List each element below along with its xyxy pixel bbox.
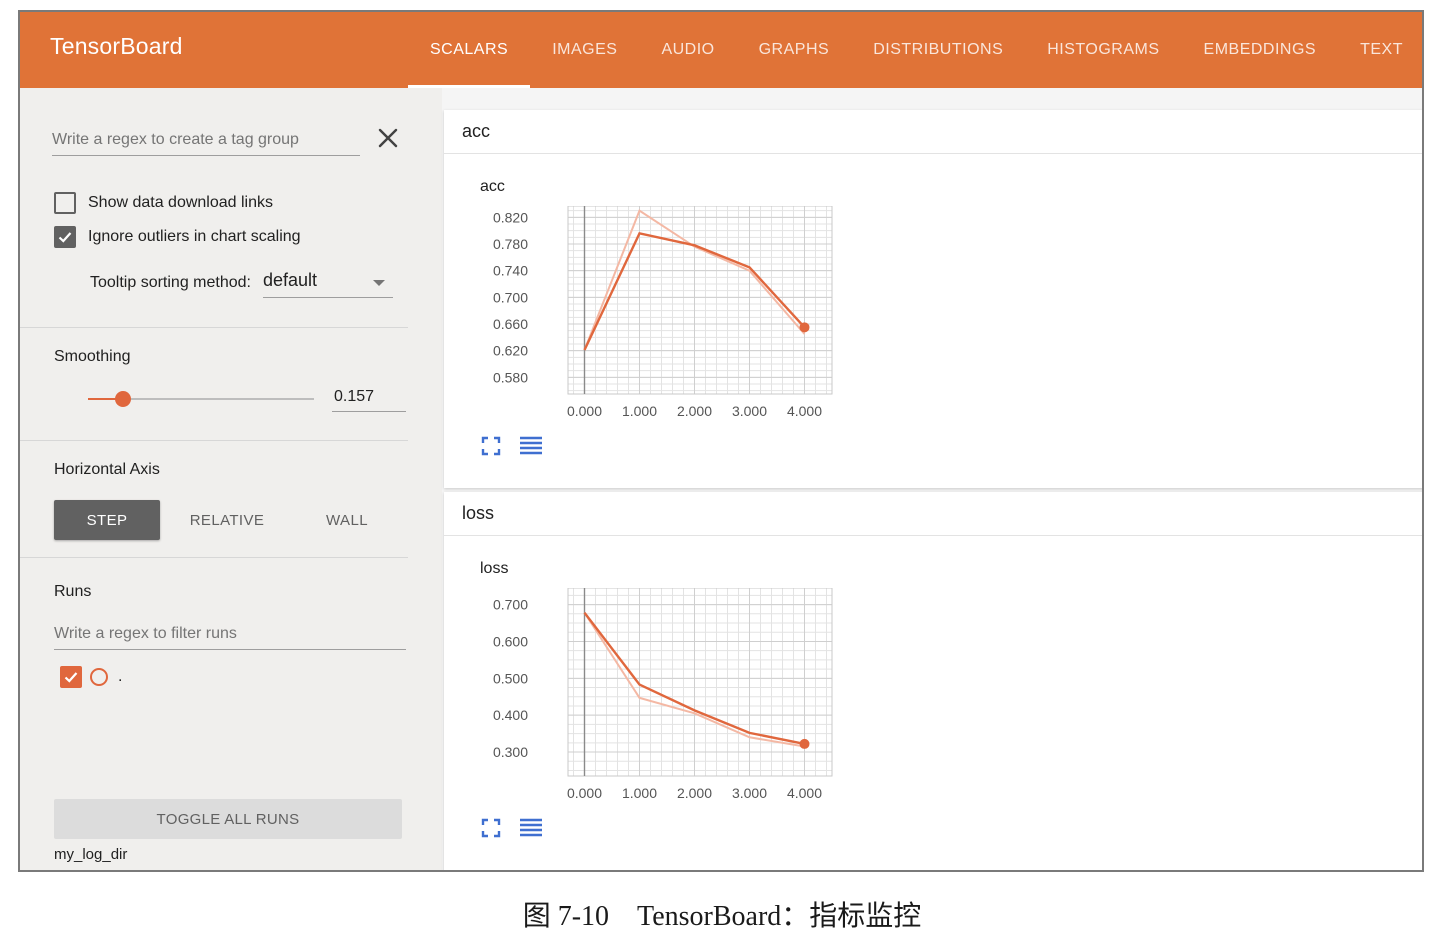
chart-title-acc: acc [480,178,505,195]
y-tick-label: 0.500 [493,670,528,686]
ignore-outliers-checkbox[interactable] [54,226,76,248]
runs-filter-field [54,618,406,650]
expand-icon[interactable] [478,433,504,459]
x-tick-label: 3.000 [732,403,767,419]
haxis-step-button[interactable]: STEP [54,500,160,540]
y-tick-label: 0.400 [493,707,528,723]
y-tick-label: 0.700 [493,289,528,305]
runs-title: Runs [54,583,92,600]
smoothing-slider-thumb[interactable] [115,391,132,407]
chart-tools-acc [478,433,558,459]
chart-tools-loss [478,815,558,841]
tooltip-sorting-select[interactable]: default [262,268,393,298]
show-download-links-row[interactable]: Show data download links [54,192,273,214]
series-end-point [799,738,810,749]
card-header-loss[interactable]: loss [444,492,1422,536]
tag-group-regex-field [52,124,360,156]
y-tick-label: 0.660 [493,316,528,332]
smoothing-value-input[interactable]: 0.157 [332,384,406,412]
chart-loss: 0.300 0.400 0.500 0.600 0.700 0.000 1.000 2.000… [493,588,833,801]
ignore-outliers-label: Ignore outliers in chart scaling [88,228,301,245]
x-tick-label: 3.000 [732,785,767,801]
ignore-outliers-row[interactable]: Ignore outliers in chart scaling [54,226,301,248]
y-tick-label: 0.740 [493,263,528,279]
sidebar-divider [20,440,408,441]
run-color-radio[interactable] [90,668,108,686]
toggle-all-runs-button[interactable]: TOGGLE ALL RUNS [54,799,402,839]
y-tick-label: 0.780 [493,236,528,252]
tooltip-sorting-row: Tooltip sorting method: default [90,268,393,298]
run-item: . [60,666,122,688]
x-tick-label: 0.000 [567,785,602,801]
tab-distributions[interactable]: DISTRIBUTIONS [851,12,1025,88]
expand-icon[interactable] [478,815,504,841]
show-download-links-label: Show data download links [88,194,274,211]
top-app-bar: TensorBoard SCALARS IMAGES AUDIO GRAPHS … [20,12,1422,88]
checkmark-icon [58,232,72,243]
horizontal-axis-title: Horizontal Axis [54,461,160,478]
sidebar: Show data download links Ignore outliers… [20,88,442,870]
x-tick-label: 4.000 [787,403,822,419]
tooltip-sorting-value: default [262,270,318,290]
tab-graphs[interactable]: GRAPHS [737,12,852,88]
x-tick-label: 2.000 [677,403,712,419]
sidebar-divider [20,327,408,328]
haxis-relative-button[interactable]: RELATIVE [172,500,282,540]
x-tick-label: 2.000 [677,785,712,801]
y-tick-label: 0.600 [493,633,528,649]
runs-filter-input[interactable] [54,624,406,643]
dropdown-arrow-icon [372,280,385,286]
smoothing-slider[interactable] [88,391,314,407]
main-tabs: SCALARS IMAGES AUDIO GRAPHS DISTRIBUTION… [408,12,1422,88]
x-tick-label: 1.000 [622,403,657,419]
show-download-links-checkbox[interactable] [54,192,76,214]
checkmark-icon [64,672,78,683]
y-tick-label: 0.300 [493,744,528,760]
y-tick-label: 0.700 [493,597,528,613]
y-tick-label: 0.620 [493,343,528,359]
plot-frame [567,588,833,777]
tab-text[interactable]: TEXT [1338,12,1422,88]
data-table-icon[interactable] [518,433,544,459]
app-title: TensorBoard [50,33,183,59]
tab-histograms[interactable]: HISTOGRAMS [1025,12,1181,88]
run-name: . [118,668,123,685]
card-header-acc[interactable]: acc [444,110,1422,154]
tensorboard-window: TensorBoard SCALARS IMAGES AUDIO GRAPHS … [18,10,1424,872]
tooltip-sorting-label: Tooltip sorting method: [90,274,251,291]
tab-images[interactable]: IMAGES [530,12,639,88]
y-tick-label: 0.820 [493,209,528,225]
x-tick-label: 1.000 [622,785,657,801]
scalars-main-panel: acc acc 0.580 0.620 0.660 0.700 0.740 0.780 0.… [444,88,1422,870]
y-tick-label: 0.580 [493,369,528,385]
x-tick-label: 0.000 [567,403,602,419]
x-tick-label: 4.000 [787,785,822,801]
chart-acc: 0.580 0.620 0.660 0.700 0.740 0.780 0.820 0.000… [493,206,833,419]
series-end-point [799,322,810,333]
tab-embeddings[interactable]: EMBEDDINGS [1182,12,1339,88]
tab-audio[interactable]: AUDIO [639,12,736,88]
run-checkbox[interactable] [60,666,82,688]
card-loss: loss loss 0.300 0.400 0.500 0.600 0.700 0.000… [444,492,1422,870]
tag-group-regex-input[interactable] [52,130,360,149]
chart-title-loss: loss [480,560,509,577]
smoothing-title: Smoothing [54,348,131,365]
haxis-wall-button[interactable]: WALL [292,500,402,540]
sidebar-divider [20,557,408,558]
log-dir-label: my_log_dir [54,846,128,863]
tab-scalars[interactable]: SCALARS [408,12,531,88]
close-icon[interactable] [376,126,400,150]
figure-caption: 图 7-10 TensorBoard：指标监控 [522,901,922,932]
data-table-icon[interactable] [518,815,544,841]
card-acc: acc acc 0.580 0.620 0.660 0.700 0.740 0.780 0.… [444,110,1422,488]
